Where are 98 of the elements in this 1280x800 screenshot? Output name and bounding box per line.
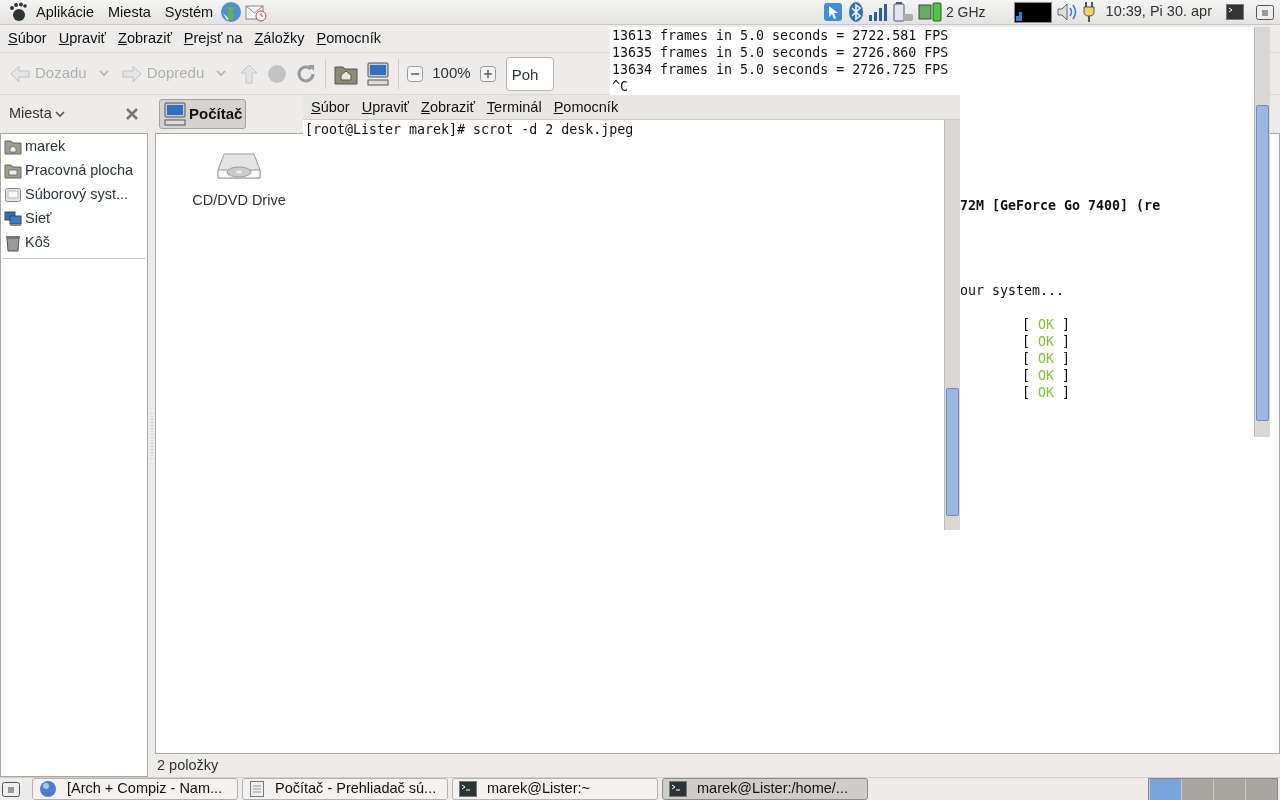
clock[interactable]: 10:39, Pi 30. apr xyxy=(1105,1,1212,23)
file-label[interactable]: CD/DVD Drive xyxy=(192,190,286,212)
status-text: 2 položky xyxy=(156,756,220,775)
close-icon xyxy=(126,108,138,120)
zoom-out-icon xyxy=(407,65,424,82)
menu-item[interactable]: Súbor xyxy=(305,94,356,120)
terminal-line: 13613 frames in 5.0 seconds = 2722.581 FPS xyxy=(611,27,950,44)
menu-item[interactable]: Prejsť na xyxy=(177,25,249,52)
panel-menu[interactable]: Miesta xyxy=(101,0,158,25)
terminal-line: 13635 frames in 5.0 seconds = 2726.860 FPS xyxy=(611,44,950,61)
trash-icon xyxy=(4,234,22,252)
workspace[interactable] xyxy=(1245,778,1277,800)
terminal-icon[interactable] xyxy=(1226,4,1244,20)
folder-icon xyxy=(4,163,22,179)
taskbar-button[interactable]: Počítač - Prehliadač sú... xyxy=(242,778,448,800)
menu-item[interactable]: Pomocník xyxy=(310,25,387,52)
caret-icon xyxy=(216,70,227,77)
sidebar-item[interactable]: Kôš xyxy=(1,231,147,255)
bracket: ] xyxy=(1062,384,1071,401)
cursor-icon[interactable] xyxy=(821,1,844,23)
drive-icon xyxy=(4,187,22,203)
taskbar-button[interactable]: [Arch + Compiz - Nam... xyxy=(32,778,238,800)
caret-icon xyxy=(54,110,65,118)
bluetooth-icon[interactable] xyxy=(847,1,864,23)
menu-item[interactable]: Záložky xyxy=(248,25,311,52)
globe-icon[interactable] xyxy=(220,1,243,23)
computer-icon xyxy=(163,102,187,126)
terminal-icon xyxy=(669,781,687,797)
status-ok: OK xyxy=(1038,316,1055,333)
battery-icon[interactable] xyxy=(891,1,914,23)
caret-icon xyxy=(98,70,109,77)
scrollbar-thumb[interactable] xyxy=(1256,105,1269,421)
panel-menu[interactable]: Aplikácie xyxy=(29,0,102,25)
desktop-icon[interactable] xyxy=(1256,3,1274,21)
menu-item[interactable]: Terminál xyxy=(480,94,548,120)
bracket: ] xyxy=(1062,333,1071,350)
cpu-frequency: 2 GHz xyxy=(945,2,986,22)
plug-icon[interactable] xyxy=(1081,1,1096,23)
close-button[interactable] xyxy=(126,108,138,120)
scrollbar-thumb[interactable] xyxy=(946,388,959,516)
taskbar-button[interactable]: marek@Lister:/home/... xyxy=(662,778,868,800)
workspace[interactable] xyxy=(1213,778,1245,800)
bracket: [ xyxy=(1022,367,1030,384)
terminal-line: ^C xyxy=(611,78,629,95)
sidebar-item[interactable]: Sieť xyxy=(1,207,147,231)
bracket: ] xyxy=(1062,367,1071,384)
zoom-level: 100% xyxy=(431,63,472,84)
scrollbar[interactable] xyxy=(1254,27,1270,437)
up-arrow-icon xyxy=(239,62,260,85)
sidebar-item[interactable]: marek xyxy=(1,135,147,159)
status-ok: OK xyxy=(1038,350,1055,367)
computer-icon xyxy=(366,61,391,86)
terminal-line: our system... xyxy=(960,282,1066,299)
sidebar-item[interactable]: Pracovná plocha xyxy=(1,159,147,183)
speaker-icon[interactable] xyxy=(1055,2,1078,22)
bracket: [ xyxy=(1022,384,1030,401)
network-icon xyxy=(4,211,22,227)
menu-item[interactable]: Upraviť xyxy=(52,25,113,52)
terminal-line: 72M [GeForce Go 7400] (re xyxy=(960,197,1161,214)
zoom-in-icon xyxy=(479,65,496,82)
menu-item[interactable]: Pomocník xyxy=(547,94,625,120)
status-ok: OK xyxy=(1038,367,1055,384)
terminal-line: [root@Lister marek]# scrot -d 2 desk.jpeg xyxy=(304,121,635,138)
desktop-icon xyxy=(2,780,20,798)
back-arrow-icon xyxy=(9,63,31,84)
sidebar-item[interactable]: Súborový syst... xyxy=(1,183,147,207)
panel-menu[interactable]: Systém xyxy=(157,0,221,25)
chip-icon[interactable] xyxy=(917,1,942,23)
scrollbar[interactable] xyxy=(944,120,960,530)
load-graph-icon[interactable] xyxy=(1013,1,1052,23)
forward-arrow-icon xyxy=(120,63,143,84)
workspace[interactable] xyxy=(1181,778,1213,800)
status-ok: OK xyxy=(1038,333,1055,350)
places-dropdown[interactable]: Miesta xyxy=(9,103,65,125)
bracket: ] xyxy=(1062,316,1071,333)
menu-item[interactable]: Zobraziť xyxy=(112,25,178,52)
bracket: [ xyxy=(1022,350,1030,367)
bracket: ] xyxy=(1062,350,1071,367)
home-folder-icon xyxy=(4,139,22,155)
document-icon xyxy=(249,780,265,798)
resize-handle[interactable] xyxy=(149,413,154,459)
view-selector[interactable]: Poh xyxy=(505,56,554,91)
show-desktop-button[interactable] xyxy=(2,780,20,798)
bracket: [ xyxy=(1022,333,1030,350)
taskbar-button[interactable]: marek@Lister:~ xyxy=(452,778,658,800)
workspace[interactable] xyxy=(1149,778,1181,800)
terminal-icon xyxy=(459,781,477,797)
signal-icon[interactable] xyxy=(867,3,888,21)
location-button[interactable]: Počítač xyxy=(159,99,247,129)
stop-icon xyxy=(267,63,288,84)
terminal-line: 13634 frames in 5.0 seconds = 2726.725 FPS xyxy=(611,61,950,78)
globe-icon xyxy=(39,780,57,798)
foot-icon[interactable] xyxy=(8,2,28,22)
menu-item[interactable]: Upraviť xyxy=(355,94,416,120)
bracket: [ xyxy=(1022,316,1030,333)
menu-item[interactable]: Zobraziť xyxy=(415,94,481,120)
menu-item[interactable]: Súbor xyxy=(2,25,53,52)
status-ok: OK xyxy=(1038,384,1055,401)
